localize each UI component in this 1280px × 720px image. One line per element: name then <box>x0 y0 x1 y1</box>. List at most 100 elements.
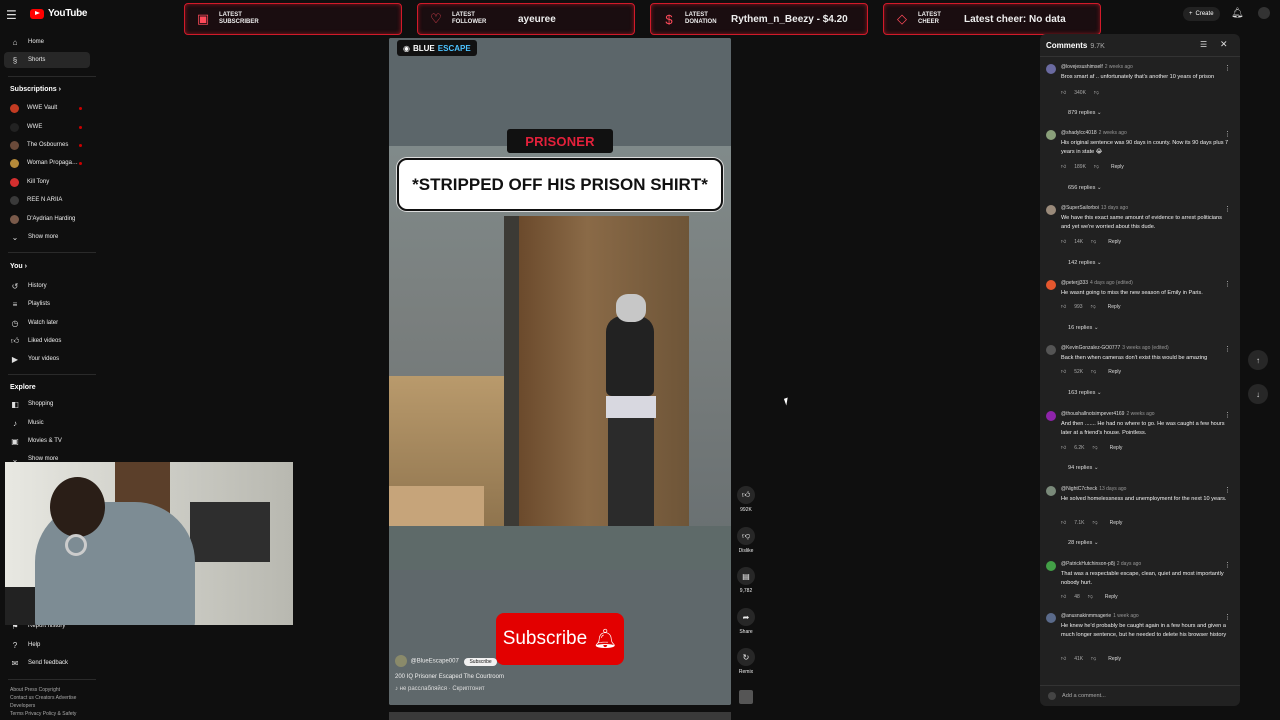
you-heading[interactable]: You › <box>10 263 27 270</box>
video-music[interactable]: ♪ не расслабляйся · Скриптонит <box>395 686 485 692</box>
subscribe-button[interactable]: Subscribe <box>464 657 497 666</box>
commenter-avatar[interactable] <box>1046 345 1056 355</box>
commenter-avatar[interactable] <box>1046 280 1056 290</box>
shorts-icon: § <box>12 55 18 65</box>
subscription-item[interactable]: Woman Propaga… <box>4 155 90 171</box>
notifications-bell-icon[interactable]: 🔔︎ <box>1231 8 1244 19</box>
subscription-item[interactable]: WWE <box>4 119 90 135</box>
sidebar-item-shopping[interactable]: ◧ Shopping <box>4 396 90 412</box>
view-replies-button[interactable]: 163 replies ⌄ <box>1068 390 1102 396</box>
reply-button[interactable]: Reply <box>1110 520 1123 526</box>
subscriptions-heading[interactable]: Subscriptions › <box>10 86 61 93</box>
sidebar-item-send-feedback[interactable]: ✉ Send feedback <box>4 655 90 671</box>
reply-button[interactable]: Reply <box>1108 239 1121 245</box>
account-avatar[interactable] <box>1258 7 1270 19</box>
sidebar-item-home[interactable]: ⌂ Home <box>4 34 90 50</box>
view-replies-button[interactable]: 16 replies ⌄ <box>1068 325 1099 331</box>
thumbs-down-icon[interactable]: 👎︎ <box>1088 594 1093 600</box>
more-options-icon[interactable]: ⋮ <box>1224 411 1231 419</box>
subscription-item[interactable]: WWE Vault <box>4 100 90 116</box>
add-comment-input[interactable]: Add a comment... <box>1040 685 1240 706</box>
sidebar-item-playlists[interactable]: ≡ Playlists <box>4 296 90 312</box>
menu-icon[interactable]: ☰ <box>6 8 17 22</box>
thumbs-up-icon[interactable]: 👍︎ <box>1061 164 1066 170</box>
thumbs-up-icon[interactable]: 👍︎ <box>1061 520 1066 526</box>
more-options-icon[interactable]: ⋮ <box>1224 561 1231 569</box>
more-options-icon[interactable]: ⋮ <box>1224 613 1231 621</box>
like-button[interactable]: 👍︎ 992K <box>735 486 757 513</box>
sort-icon[interactable]: ☰ <box>1200 40 1207 49</box>
previous-short-button[interactable]: ↑ <box>1248 350 1268 370</box>
more-options-icon[interactable]: ⋮ <box>1224 345 1231 353</box>
sidebar-item-history[interactable]: ↺ History <box>4 278 90 294</box>
thumbs-down-icon[interactable]: 👎︎ <box>1093 445 1098 451</box>
view-replies-button[interactable]: 142 replies ⌄ <box>1068 260 1102 266</box>
thumbs-up-icon[interactable]: 👍︎ <box>1061 90 1066 96</box>
sidebar-item-your-videos[interactable]: ▶ Your videos <box>4 351 90 367</box>
shorts-video-player[interactable]: ◉ BLUE ESCAPE PRISONER *STRIPPED OFF HIS … <box>389 38 731 705</box>
thumbs-down-icon[interactable]: 👎︎ <box>1094 90 1099 96</box>
thumbs-up-icon[interactable]: 👍︎ <box>1061 239 1066 245</box>
reply-button[interactable]: Reply <box>1105 594 1118 600</box>
thumbs-down-icon[interactable]: 👎︎ <box>1094 164 1099 170</box>
sidebar-item-liked-videos[interactable]: 👍︎ Liked videos <box>4 333 90 349</box>
thumbs-down-icon[interactable]: 👎︎ <box>1093 520 1098 526</box>
commenter-avatar[interactable] <box>1046 561 1056 571</box>
commenter-avatar[interactable] <box>1046 130 1056 140</box>
video-title[interactable]: 200 IQ Prisoner Escaped The Courtroom <box>395 674 504 680</box>
reply-button[interactable]: Reply <box>1108 656 1121 662</box>
sidebar-item-help[interactable]: ? Help <box>4 637 90 653</box>
channel-handle[interactable]: @BlueEscape007 <box>411 659 459 665</box>
sidebar-item-shorts[interactable]: § Shorts <box>4 52 90 68</box>
subscription-item[interactable]: The Osbournes <box>4 137 90 153</box>
more-options-icon[interactable]: ⋮ <box>1224 280 1231 288</box>
thumbs-up-icon[interactable]: 👍︎ <box>1061 656 1066 662</box>
view-replies-button[interactable]: 656 replies ⌄ <box>1068 185 1102 191</box>
subscribe-overlay-button[interactable]: Subscribe 🔔︎ <box>496 613 624 665</box>
thumbs-down-icon[interactable]: 👎︎ <box>1091 304 1096 310</box>
subscription-item[interactable]: D'Aydrian Harding <box>4 211 90 227</box>
sound-thumbnail[interactable] <box>735 690 757 704</box>
thumbs-up-icon[interactable]: 👍︎ <box>1061 304 1066 310</box>
sidebar-item-music[interactable]: ♪ Music <box>4 415 90 431</box>
more-options-icon[interactable]: ⋮ <box>1224 205 1231 213</box>
thumbs-up-icon[interactable]: 👍︎ <box>1061 445 1066 451</box>
reply-button[interactable]: Reply <box>1110 445 1123 451</box>
thumbs-down-icon[interactable]: 👎︎ <box>1091 239 1096 245</box>
more-options-icon[interactable]: ⋮ <box>1224 64 1231 72</box>
subscription-item[interactable]: Kill Tony <box>4 174 90 190</box>
subscription-item[interactable]: REE N ARIIA <box>4 192 90 208</box>
next-short-preview[interactable] <box>389 712 731 720</box>
channel-avatar[interactable] <box>395 655 407 667</box>
view-replies-button[interactable]: 94 replies ⌄ <box>1068 465 1099 471</box>
share-button[interactable]: ➦ Share <box>735 608 757 635</box>
thumbs-up-icon[interactable]: 👍︎ <box>1061 594 1066 600</box>
footer-links[interactable]: About Press Copyright Contact us Creator… <box>10 686 96 718</box>
commenter-avatar[interactable] <box>1046 64 1056 74</box>
more-options-icon[interactable]: ⋮ <box>1224 486 1231 494</box>
view-replies-button[interactable]: 879 replies ⌄ <box>1068 110 1102 116</box>
next-short-button[interactable]: ↓ <box>1248 384 1268 404</box>
reply-button[interactable]: Reply <box>1108 304 1121 310</box>
more-options-icon[interactable]: ⋮ <box>1224 130 1231 138</box>
reply-button[interactable]: Reply <box>1111 164 1124 170</box>
commenter-avatar[interactable] <box>1046 613 1056 623</box>
commenter-avatar[interactable] <box>1046 411 1056 421</box>
commenter-avatar[interactable] <box>1046 205 1056 215</box>
youtube-logo[interactable]: ☰ YouTube <box>6 8 88 22</box>
reply-button[interactable]: Reply <box>1108 369 1121 375</box>
heart-icon: ♡ <box>430 11 442 26</box>
close-icon[interactable]: ✕ <box>1220 39 1228 50</box>
dislike-button[interactable]: 👎︎ Dislike <box>735 527 757 554</box>
commenter-avatar[interactable] <box>1046 486 1056 496</box>
thumbs-down-icon[interactable]: 👎︎ <box>1091 656 1096 662</box>
view-replies-button[interactable]: 28 replies ⌄ <box>1068 540 1099 546</box>
comments-button[interactable]: ▤ 9,782 <box>735 567 757 594</box>
create-button[interactable]: + Create <box>1183 7 1220 21</box>
show-more-subscriptions[interactable]: ⌄ Show more <box>4 229 90 245</box>
sidebar-item-movies[interactable]: ▣ Movies & TV <box>4 433 90 449</box>
sidebar-item-watch-later[interactable]: ◷ Watch later <box>4 315 90 331</box>
remix-button[interactable]: ↻ Remix <box>735 648 757 675</box>
thumbs-down-icon[interactable]: 👎︎ <box>1091 369 1096 375</box>
thumbs-up-icon[interactable]: 👍︎ <box>1061 369 1066 375</box>
